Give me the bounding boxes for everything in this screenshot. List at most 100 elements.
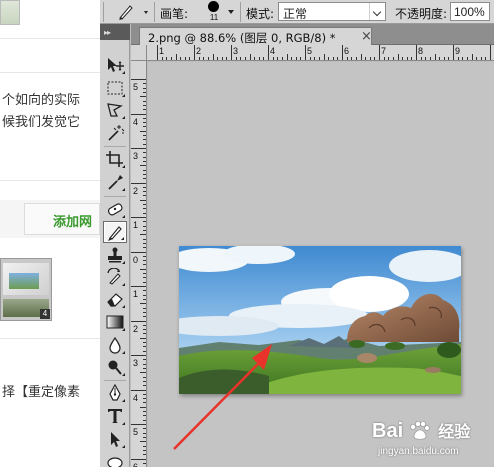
opacity-input[interactable]: 100% — [450, 2, 490, 21]
ruler-tick — [143, 445, 146, 447]
ruler-tick — [207, 57, 209, 60]
gradient-tool[interactable] — [103, 311, 127, 333]
document-canvas[interactable] — [148, 62, 494, 467]
ruler-tick — [143, 342, 146, 344]
brush-size-value: 11 — [209, 13, 219, 22]
ruler-tick — [140, 165, 146, 167]
brush-label: 画笔: — [160, 7, 189, 21]
ruler-tick — [194, 45, 195, 60]
brush-preset-picker[interactable]: 11 — [202, 0, 226, 24]
ruler-tick — [457, 57, 459, 60]
crop-tool[interactable] — [103, 148, 127, 170]
eyedropper-tool[interactable] — [103, 171, 127, 193]
ruler-tick — [143, 311, 146, 313]
lasso-tool[interactable] — [103, 99, 127, 121]
ruler-tick — [143, 87, 146, 89]
type-tool[interactable] — [103, 405, 127, 427]
ruler-tick — [143, 83, 146, 85]
ruler-tick — [226, 57, 228, 60]
shape-tool[interactable] — [103, 450, 127, 467]
horizontal-ruler[interactable]: 1 2 3 4 5 6 7 8 9 — [147, 45, 494, 61]
ruler-tick — [221, 57, 223, 60]
ruler-tick — [143, 454, 146, 456]
ruler-tick — [369, 57, 371, 60]
ruler-tick — [143, 264, 146, 266]
photoshop-window: 画笔: 11 模式: 正常 不透明度: 100% ▸▸ 2.png @ 88.6… — [100, 0, 494, 467]
ruler-tick — [143, 195, 146, 197]
ruler-tick — [281, 57, 283, 60]
document-tab-bar: 2.png @ 88.6% (图层 0, RGB/8) * × — [131, 24, 494, 45]
ruler-origin[interactable] — [131, 45, 147, 61]
watermark-logo-right: 经验 — [438, 422, 471, 441]
ruler-tick — [143, 428, 146, 430]
ruler-tick — [131, 182, 146, 184]
toolbox-header[interactable]: ▸▸ — [100, 24, 130, 40]
ruler-tick — [397, 54, 399, 60]
ruler-tick — [143, 367, 146, 369]
tool-preset-picker[interactable] — [114, 2, 150, 22]
ruler-tick — [346, 57, 348, 60]
ruler-tick — [143, 126, 146, 128]
ruler-tick — [143, 122, 146, 124]
baidu-jingyan-watermark: Bai 经验 jingyan.baidu.com — [372, 414, 492, 464]
ruler-label: 6 — [344, 46, 350, 56]
ruler-tick — [485, 57, 487, 60]
webpage-text-line: 择【重定像素 — [2, 385, 81, 400]
ruler-tick — [143, 329, 146, 331]
chevron-down-icon[interactable] — [228, 10, 234, 14]
ruler-tick — [434, 54, 436, 60]
ruler-tick — [365, 57, 367, 60]
blur-tool[interactable] — [103, 334, 127, 356]
ruler-tick — [351, 57, 353, 60]
ruler-tick — [476, 57, 478, 60]
ruler-tick — [143, 436, 146, 438]
healing-brush-tool[interactable] — [103, 198, 127, 220]
opacity-label: 不透明度: — [395, 7, 448, 21]
ruler-tick — [258, 57, 260, 60]
ruler-tick — [143, 152, 146, 154]
vertical-ruler[interactable]: 5 4 3 2 1 0 1 2 3 4 5 6 — [131, 61, 147, 467]
eraser-tool[interactable] — [103, 288, 127, 310]
ruler-tick — [268, 45, 269, 60]
webpage-thumbnail — [0, 0, 20, 25]
ruler-tick — [161, 57, 163, 60]
mode-select[interactable]: 正常 — [278, 2, 386, 21]
ruler-tick — [143, 350, 146, 352]
clone-stamp-tool[interactable] — [103, 244, 127, 266]
ruler-tick — [443, 57, 445, 60]
marquee-tool[interactable] — [103, 77, 127, 99]
ruler-tick — [140, 303, 146, 305]
ruler-label: 7 — [381, 46, 387, 56]
magic-wand-tool[interactable] — [103, 122, 127, 144]
ruler-tick — [143, 225, 146, 227]
ruler-tick — [140, 372, 146, 374]
close-icon[interactable]: × — [361, 29, 372, 44]
ruler-tick — [143, 359, 146, 361]
ruler-tick — [314, 57, 316, 60]
path-selection-tool[interactable] — [103, 428, 127, 450]
pen-tool[interactable] — [103, 382, 127, 404]
ruler-tick — [143, 160, 146, 162]
add-button[interactable]: 添加网 — [24, 203, 100, 235]
ruler-tick — [143, 449, 146, 451]
ruler-tick — [143, 109, 146, 111]
ruler-label: 4 — [270, 46, 276, 56]
ruler-tick — [143, 191, 146, 193]
ruler-tick — [291, 57, 293, 60]
ruler-tick — [235, 57, 237, 60]
brush-tool[interactable] — [103, 221, 127, 243]
ruler-label: 2 — [196, 46, 202, 56]
ruler-tick — [143, 178, 146, 180]
ruler-label: 3 — [133, 151, 139, 161]
document-tab[interactable]: 2.png @ 88.6% (图层 0, RGB/8) * × — [139, 27, 372, 45]
webpage-screenshot-thumbnail[interactable]: 4 — [0, 258, 52, 321]
dodge-tool[interactable] — [103, 356, 127, 378]
ruler-label: 2 — [133, 185, 139, 196]
ruler-tick — [143, 432, 146, 434]
ruler-tick — [143, 376, 146, 378]
ruler-tick — [131, 217, 146, 218]
move-tool[interactable] — [103, 54, 127, 76]
history-brush-tool[interactable] — [103, 266, 127, 288]
ruler-tick — [263, 57, 265, 60]
ruler-tick — [140, 406, 146, 408]
